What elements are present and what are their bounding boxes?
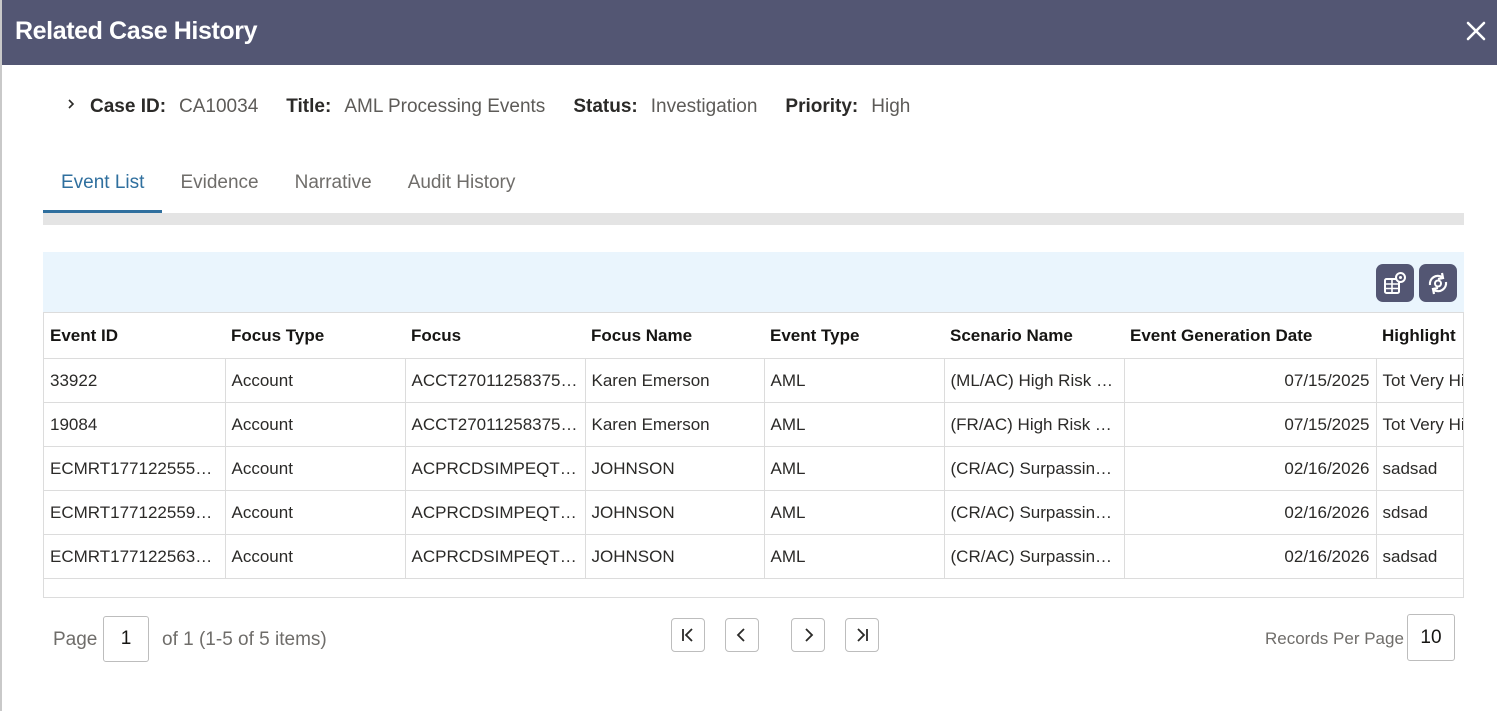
tab-narrative[interactable]: Narrative <box>277 163 390 213</box>
table-row[interactable]: ECMRT17712255967… Account ACPRCDSIMPEQTI… <box>44 490 1463 535</box>
event-date-cell: 07/15/2025 <box>1124 358 1377 403</box>
tab-divider <box>43 213 1464 225</box>
focus-name-cell: Karen Emerson <box>585 402 765 447</box>
scenario-name-cell: (CR/AC) Surpassing… <box>944 534 1125 579</box>
priority-label: Priority: <box>785 96 859 117</box>
tab-bar: Event List Evidence Narrative Audit Hist… <box>43 163 533 213</box>
records-per-page-select[interactable]: 10 <box>1407 614 1455 661</box>
focus-type-cell: Account <box>225 358 406 403</box>
tab-event-list[interactable]: Event List <box>43 163 163 213</box>
event-id-cell: 19084 <box>44 402 226 447</box>
table-row[interactable]: ECMRT17712256316… Account ACPRCDSIMPEQTI… <box>44 534 1463 579</box>
event-date-cell: 02/16/2026 <box>1124 534 1377 579</box>
focus-cell: ACPRCDSIMPEQTIT… <box>405 534 586 579</box>
highlight-cell: sadsad <box>1376 534 1463 579</box>
scenario-name-cell: (CR/AC) Surpassing… <box>944 446 1125 491</box>
focus-name-cell: JOHNSON <box>585 490 765 535</box>
last-page-button[interactable] <box>845 618 879 652</box>
focus-type-cell: Account <box>225 402 406 447</box>
event-date-cell: 07/15/2025 <box>1124 402 1377 447</box>
close-icon[interactable] <box>1463 18 1489 44</box>
column-header[interactable]: Scenario Name <box>944 313 1124 359</box>
focus-type-cell: Account <box>225 534 406 579</box>
chevron-right-icon <box>805 628 814 642</box>
event-id-cell: ECMRT17712255967… <box>44 490 226 535</box>
column-header[interactable]: Focus Name <box>585 313 764 359</box>
event-list-table: Event ID Focus Type Focus Focus Name Eve… <box>43 312 1464 598</box>
column-header[interactable]: Focus <box>405 313 585 359</box>
table-header-row: Event ID Focus Type Focus Focus Name Eve… <box>44 313 1463 359</box>
focus-cell: ACPRCDSIMPEQTIT… <box>405 490 586 535</box>
event-date-cell: 02/16/2026 <box>1124 490 1377 535</box>
pagination-bar: Page of 1 (1-5 of 5 items) Records <box>43 613 1464 665</box>
status-label: Status: <box>573 96 638 117</box>
refresh-settings-button[interactable] <box>1419 264 1457 302</box>
title-label: Title: <box>286 96 332 117</box>
scenario-name-cell: (ML/AC) High Risk … <box>944 358 1125 403</box>
column-header[interactable]: Event ID <box>44 313 225 359</box>
title-value: AML Processing Events <box>344 96 546 117</box>
event-type-cell: AML <box>764 402 945 447</box>
event-type-cell: AML <box>764 446 945 491</box>
highlight-cell: sdsad <box>1376 490 1463 535</box>
focus-type-cell: Account <box>225 490 406 535</box>
tab-audit-history[interactable]: Audit History <box>390 163 534 213</box>
focus-type-cell: Account <box>225 446 406 491</box>
event-id-cell: ECMRT17712256316… <box>44 534 226 579</box>
priority-value: High <box>871 96 911 117</box>
column-settings-button[interactable] <box>1376 264 1414 302</box>
event-date-cell: 02/16/2026 <box>1124 446 1377 491</box>
event-type-cell: AML <box>764 534 945 579</box>
related-case-history-dialog: Related Case History Case ID: CA10034 Ti… <box>0 0 1497 711</box>
tab-evidence[interactable]: Evidence <box>162 163 276 213</box>
page-count-label: of 1 (1-5 of 5 items) <box>162 629 327 650</box>
page-number-input[interactable] <box>103 616 149 662</box>
highlight-cell: Tot Very Hi <box>1376 358 1463 403</box>
chevron-right-icon[interactable] <box>64 97 78 111</box>
last-page-icon <box>857 628 868 642</box>
chevron-left-icon <box>736 628 745 642</box>
status-value: Investigation <box>650 96 758 117</box>
case-summary: Case ID: CA10034 Title: AML Processing E… <box>64 94 938 120</box>
case-id-value: CA10034 <box>179 96 259 117</box>
column-header[interactable]: Event Generation Date <box>1124 313 1376 359</box>
event-type-cell: AML <box>764 358 945 403</box>
column-header[interactable]: Focus Type <box>225 313 405 359</box>
highlight-cell: sadsad <box>1376 446 1463 491</box>
column-header[interactable]: Highlight <box>1376 313 1463 359</box>
records-per-page-label: Records Per Page <box>1265 629 1404 648</box>
next-page-button[interactable] <box>791 618 825 652</box>
first-page-button[interactable] <box>671 618 705 652</box>
focus-name-cell: JOHNSON <box>585 534 765 579</box>
refresh-settings-icon <box>1428 272 1448 295</box>
column-settings-icon <box>1384 272 1406 294</box>
focus-name-cell: JOHNSON <box>585 446 765 491</box>
column-header[interactable]: Event Type <box>764 313 944 359</box>
scenario-name-cell: (FR/AC) High Risk T… <box>944 402 1125 447</box>
dialog-header: Related Case History <box>2 0 1497 65</box>
scenario-name-cell: (CR/AC) Surpassing… <box>944 490 1125 535</box>
previous-page-button[interactable] <box>725 618 759 652</box>
table-row[interactable]: 33922 Account ACCT270112583754… Karen Em… <box>44 358 1463 403</box>
table-row[interactable]: 19084 Account ACCT270112583754… Karen Em… <box>44 402 1463 447</box>
grid-toolbar <box>43 252 1464 312</box>
event-type-cell: AML <box>764 490 945 535</box>
event-id-cell: 33922 <box>44 358 226 403</box>
first-page-icon <box>682 628 693 642</box>
table-row[interactable]: ECMRT1771225555… Account ACPRCDSIMPEQTIT… <box>44 446 1463 491</box>
page-label: Page <box>53 629 98 650</box>
dialog-title: Related Case History <box>15 17 258 45</box>
event-id-cell: ECMRT1771225555… <box>44 446 226 491</box>
focus-cell: ACCT270112583754… <box>405 358 586 403</box>
case-id-label: Case ID: <box>90 96 167 117</box>
highlight-cell: Tot Very Hi <box>1376 402 1463 447</box>
focus-name-cell: Karen Emerson <box>585 358 765 403</box>
focus-cell: ACPRCDSIMPEQTIT… <box>405 446 586 491</box>
focus-cell: ACCT270112583754… <box>405 402 586 447</box>
